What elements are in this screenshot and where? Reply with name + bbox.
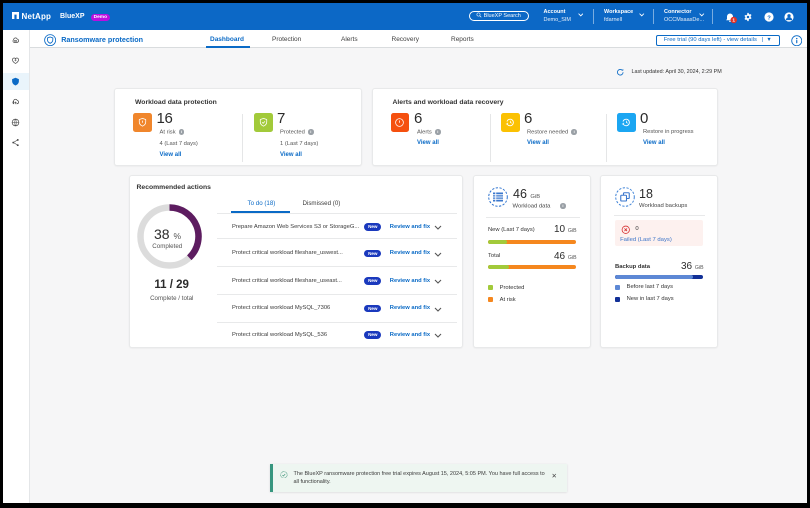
svg-text:1: 1: [732, 17, 735, 23]
svg-text:?: ?: [767, 15, 771, 21]
